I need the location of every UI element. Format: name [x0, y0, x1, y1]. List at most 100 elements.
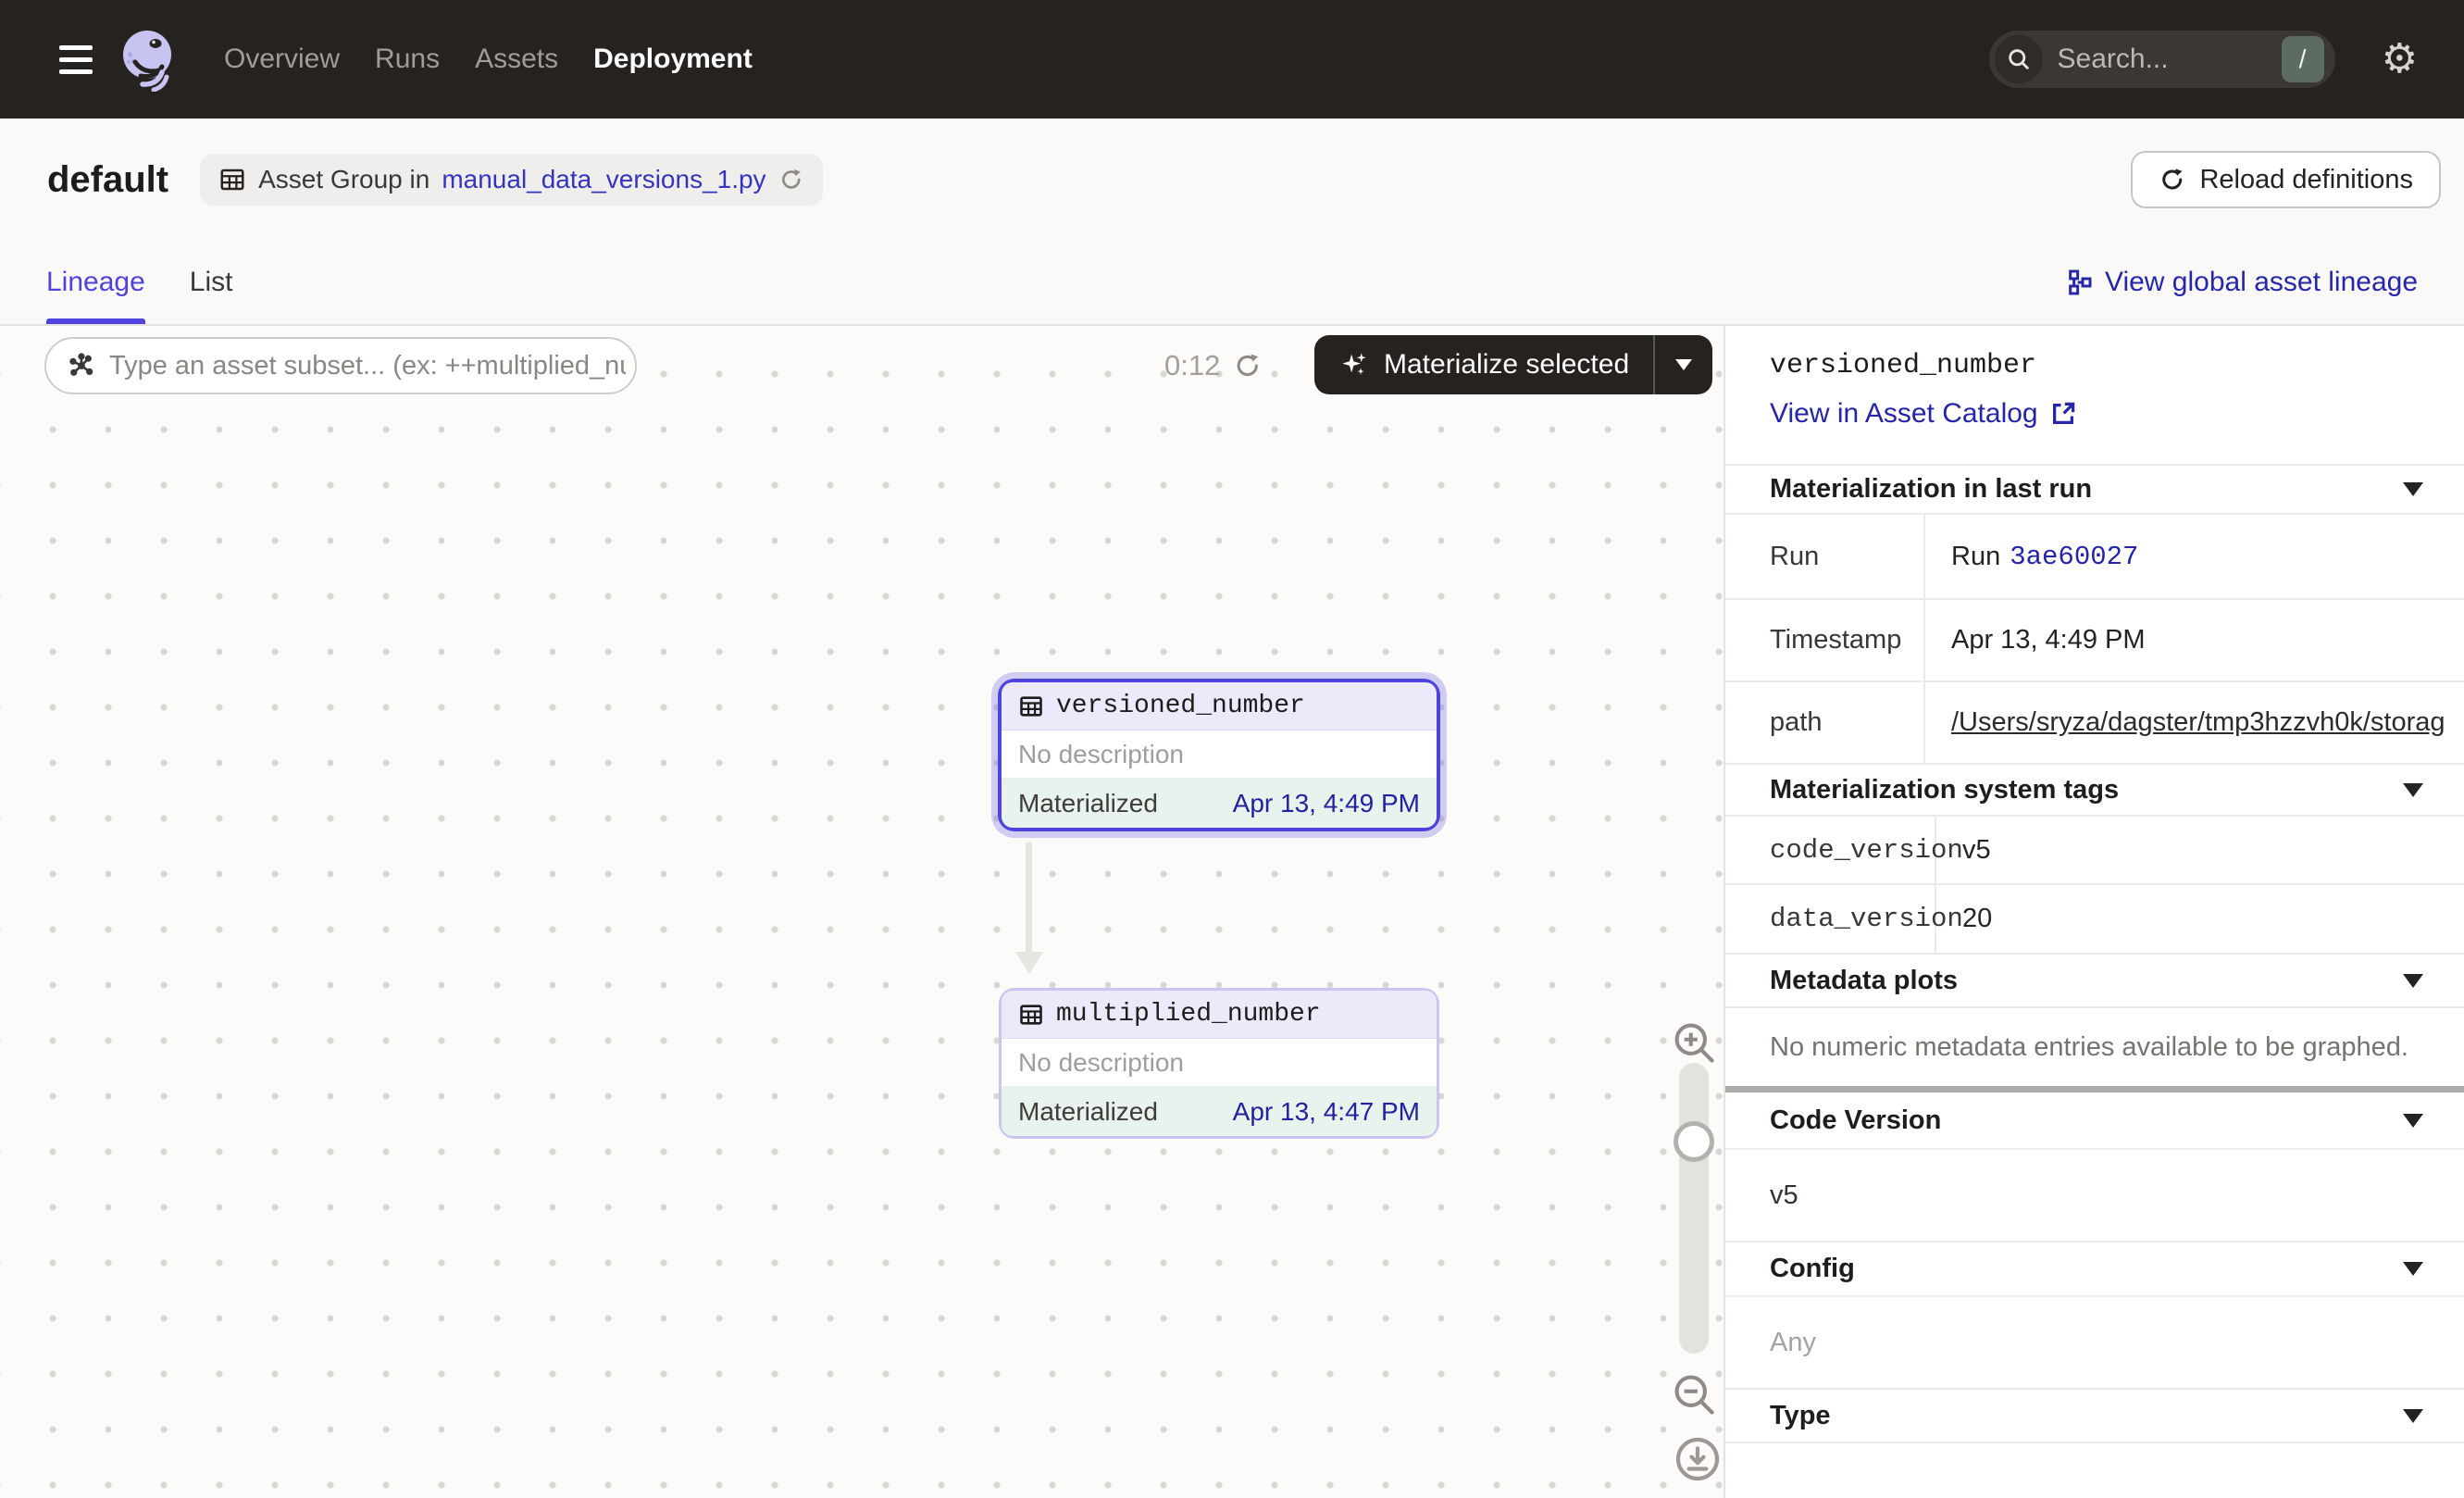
metadata-plots-empty-message: No numeric metadata entries available to…	[1725, 1006, 2464, 1086]
asset-table-icon	[1018, 693, 1044, 719]
reload-definitions-label: Reload definitions	[2199, 165, 2413, 195]
row-data-version-tag: data_version 20	[1725, 883, 2464, 953]
reload-definitions-button[interactable]: Reload definitions	[2131, 151, 2441, 208]
download-image-button[interactable]	[1672, 1433, 1724, 1485]
nav-item-runs[interactable]: Runs	[375, 44, 440, 75]
section-metadata-plots[interactable]: Metadata plots	[1725, 953, 2464, 1006]
search-icon	[1995, 35, 2043, 83]
view-global-asset-lineage-link[interactable]: View global asset lineage	[2064, 267, 2418, 298]
zoom-slider-handle[interactable]	[1674, 1121, 1714, 1162]
config-value: Any	[1725, 1295, 2464, 1388]
materialize-selected-button[interactable]: Materialize selected	[1314, 335, 1712, 394]
status-label: Materialized	[1018, 1097, 1158, 1127]
nav-item-overview[interactable]: Overview	[224, 44, 340, 75]
graph-refresh-icon[interactable]	[1233, 339, 1263, 393]
materialization-time-link[interactable]: Apr 13, 4:47 PM	[1233, 1097, 1420, 1127]
global-search[interactable]: /	[1989, 31, 2335, 88]
run-id-link[interactable]: 3ae60027	[2010, 542, 2138, 572]
graph-filter-icon	[67, 351, 96, 381]
asset-node-multiplied-number[interactable]: multiplied_number No description Materia…	[1002, 991, 1437, 1136]
section-title: Type	[1770, 1401, 1831, 1431]
view-in-asset-catalog-link[interactable]: View in Asset Catalog	[1770, 398, 2420, 430]
asset-node-header: versioned_number	[1002, 682, 1437, 730]
asset-name: versioned_number	[1056, 692, 1305, 720]
asset-group-prefix: Asset Group in	[258, 165, 429, 194]
catalog-link-label: View in Asset Catalog	[1770, 398, 2038, 430]
row-key: code_version	[1725, 817, 1936, 883]
nav-item-assets[interactable]: Assets	[475, 44, 558, 75]
row-value: 20	[1936, 885, 2464, 953]
asset-status-row: Materialized Apr 13, 4:49 PM	[1002, 779, 1437, 828]
tab-list[interactable]: List	[190, 241, 233, 324]
section-title: Config	[1770, 1254, 1855, 1284]
top-nav: Overview Runs Assets Deployment / ⚙	[0, 0, 2464, 119]
nav-item-deployment[interactable]: Deployment	[593, 44, 753, 75]
asset-description: No description	[1002, 1039, 1437, 1087]
row-value: v5	[1936, 817, 2464, 883]
row-path: path /Users/sryza/dagster/tmp3hzzvh0k/st…	[1725, 680, 2464, 763]
section-title: Materialization system tags	[1770, 775, 2119, 805]
row-timestamp: Timestamp Apr 13, 4:49 PM	[1725, 598, 2464, 680]
asset-table-icon	[1018, 1002, 1044, 1028]
chevron-down-icon	[2403, 783, 2423, 797]
panel-asset-title: versioned_number	[1770, 350, 2420, 381]
tab-lineage[interactable]: Lineage	[46, 241, 145, 324]
external-link-icon	[2049, 400, 2077, 428]
chevron-down-icon	[2403, 1262, 2423, 1276]
row-run: Run Run 3ae60027	[1725, 513, 2464, 598]
lineage-icon	[2064, 268, 2094, 297]
path-link[interactable]: /Users/sryza/dagster/tmp3hzzvh0k/storag	[1951, 707, 2445, 738]
reload-icon	[2159, 166, 2186, 193]
settings-gear-icon[interactable]: ⚙	[2382, 39, 2418, 80]
asset-description: No description	[1002, 730, 1437, 779]
search-shortcut-badge: /	[2282, 36, 2324, 82]
section-title: Materialization in last run	[1770, 474, 2092, 505]
asset-subset-filter[interactable]	[44, 337, 637, 394]
code-version-value: v5	[1725, 1148, 2464, 1241]
asset-node-header: multiplied_number	[1002, 991, 1437, 1039]
row-key: path	[1725, 682, 1925, 763]
zoom-out-button[interactable]	[1670, 1370, 1718, 1418]
primary-nav: Overview Runs Assets Deployment	[224, 44, 753, 75]
row-key: data_version	[1725, 885, 1936, 953]
section-materialization-in-last-run[interactable]: Materialization in last run	[1725, 464, 2464, 513]
status-label: Materialized	[1018, 789, 1158, 818]
panel-scroll-divider	[1725, 1086, 2464, 1092]
chevron-down-icon	[2403, 1409, 2423, 1423]
zoom-slider-track[interactable]	[1679, 1063, 1709, 1354]
search-input[interactable]	[2058, 44, 2282, 75]
asset-status-row: Materialized Apr 13, 4:47 PM	[1002, 1087, 1437, 1136]
row-value: Run 3ae60027	[1925, 515, 2464, 598]
section-config[interactable]: Config	[1725, 1241, 2464, 1295]
asset-group-grid-icon	[218, 166, 246, 193]
section-title: Metadata plots	[1770, 966, 1958, 996]
chevron-down-icon	[2403, 1114, 2423, 1128]
section-code-version[interactable]: Code Version	[1725, 1092, 2464, 1148]
lineage-edge-arrowhead	[1015, 952, 1043, 974]
row-key: Run	[1725, 515, 1925, 598]
asset-subset-input[interactable]	[109, 351, 626, 381]
sparkles-icon	[1338, 349, 1370, 381]
global-lineage-label: View global asset lineage	[2105, 267, 2418, 298]
row-value: Apr 13, 4:49 PM	[1925, 600, 2464, 680]
row-key: Timestamp	[1725, 600, 1925, 680]
section-materialization-system-tags[interactable]: Materialization system tags	[1725, 763, 2464, 815]
zoom-in-button[interactable]	[1670, 1018, 1718, 1067]
asset-name: multiplied_number	[1056, 1000, 1321, 1029]
menu-icon[interactable]	[59, 45, 93, 74]
dagster-logo[interactable]	[117, 27, 178, 92]
refresh-timer: 0:12	[1164, 339, 1220, 393]
asset-group-file-link[interactable]: manual_data_versions_1.py	[442, 165, 765, 194]
materialize-selected-label: Materialize selected	[1384, 349, 1629, 381]
section-type[interactable]: Type	[1725, 1388, 2464, 1443]
lineage-edge	[1026, 843, 1032, 954]
asset-node-versioned-number[interactable]: versioned_number No description Material…	[1002, 682, 1437, 828]
asset-detail-panel: versioned_number View in Asset Catalog M…	[1724, 326, 2464, 1498]
section-title: Code Version	[1770, 1105, 1941, 1136]
materialize-options-caret[interactable]	[1655, 335, 1712, 394]
chip-refresh-icon[interactable]	[778, 167, 804, 193]
tab-bar: Lineage List View global asset lineage	[0, 241, 2464, 324]
materialization-time-link[interactable]: Apr 13, 4:49 PM	[1233, 789, 1420, 818]
chevron-down-icon	[2403, 974, 2423, 988]
lineage-graph-canvas[interactable]: 0:12 Materialize selected versioned_numb…	[0, 326, 1724, 1498]
